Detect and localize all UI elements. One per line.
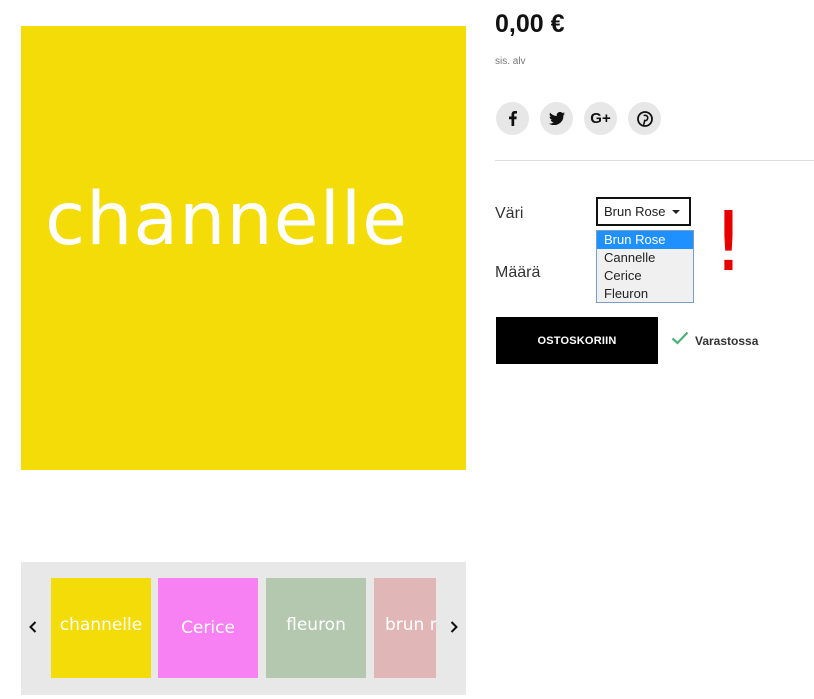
product-main-image-text: channelle xyxy=(45,177,409,262)
share-twitter-button[interactable] xyxy=(540,102,573,135)
stock-label: Varastossa xyxy=(695,333,759,348)
color-select[interactable]: Brun Rose xyxy=(596,197,691,226)
divider xyxy=(495,160,814,161)
color-label: Väri xyxy=(495,205,524,222)
google-plus-icon: G+ xyxy=(590,110,611,127)
thumbnail-label: Cerice xyxy=(181,618,235,638)
chevron-left-icon xyxy=(29,620,37,638)
twitter-icon xyxy=(548,112,565,125)
thumbnail-label: fleuron xyxy=(286,615,346,635)
thumbnail-brun-rose[interactable]: brun rose xyxy=(374,578,436,678)
color-option-fleuron[interactable]: Fleuron xyxy=(597,285,693,303)
checkmark-icon xyxy=(671,331,689,350)
exclamation-annotation: ! xyxy=(712,195,745,290)
product-main-image: channelle xyxy=(21,26,466,470)
thumbnail-fleuron[interactable]: fleuron xyxy=(266,578,366,678)
thumbnail-label: brun rose xyxy=(385,615,436,635)
color-select-value: Brun Rose xyxy=(604,204,666,219)
chevron-right-icon xyxy=(450,620,458,638)
color-option-cerice[interactable]: Cerice xyxy=(597,267,693,285)
facebook-icon xyxy=(508,111,517,126)
carousel-prev-button[interactable] xyxy=(21,562,45,695)
thumbnail-channelle[interactable]: channelle xyxy=(51,578,151,678)
pinterest-icon xyxy=(636,110,653,127)
share-google-plus-button[interactable]: G+ xyxy=(584,102,617,135)
color-option-brun-rose[interactable]: Brun Rose xyxy=(597,231,693,249)
vat-note: sis. alv xyxy=(495,56,526,67)
thumbnail-strip: channelle Cerice fleuron brun rose xyxy=(51,578,436,678)
share-pinterest-button[interactable] xyxy=(628,102,661,135)
stock-status: Varastossa xyxy=(671,331,758,350)
share-facebook-button[interactable] xyxy=(496,102,529,135)
color-dropdown-list[interactable]: Brun Rose Cannelle Cerice Fleuron xyxy=(596,230,694,303)
product-price: 0,00 € xyxy=(495,10,565,38)
thumbnail-carousel: channelle Cerice fleuron brun rose xyxy=(21,562,466,695)
carousel-next-button[interactable] xyxy=(442,562,466,695)
thumbnail-cerice[interactable]: Cerice xyxy=(158,578,258,678)
thumbnail-label: channelle xyxy=(59,615,143,635)
quantity-label: Määrä xyxy=(495,264,541,281)
color-option-cannelle[interactable]: Cannelle xyxy=(597,249,693,267)
add-to-cart-button[interactable]: OSTOSKORIIN xyxy=(496,317,658,364)
caret-down-icon xyxy=(672,210,680,214)
